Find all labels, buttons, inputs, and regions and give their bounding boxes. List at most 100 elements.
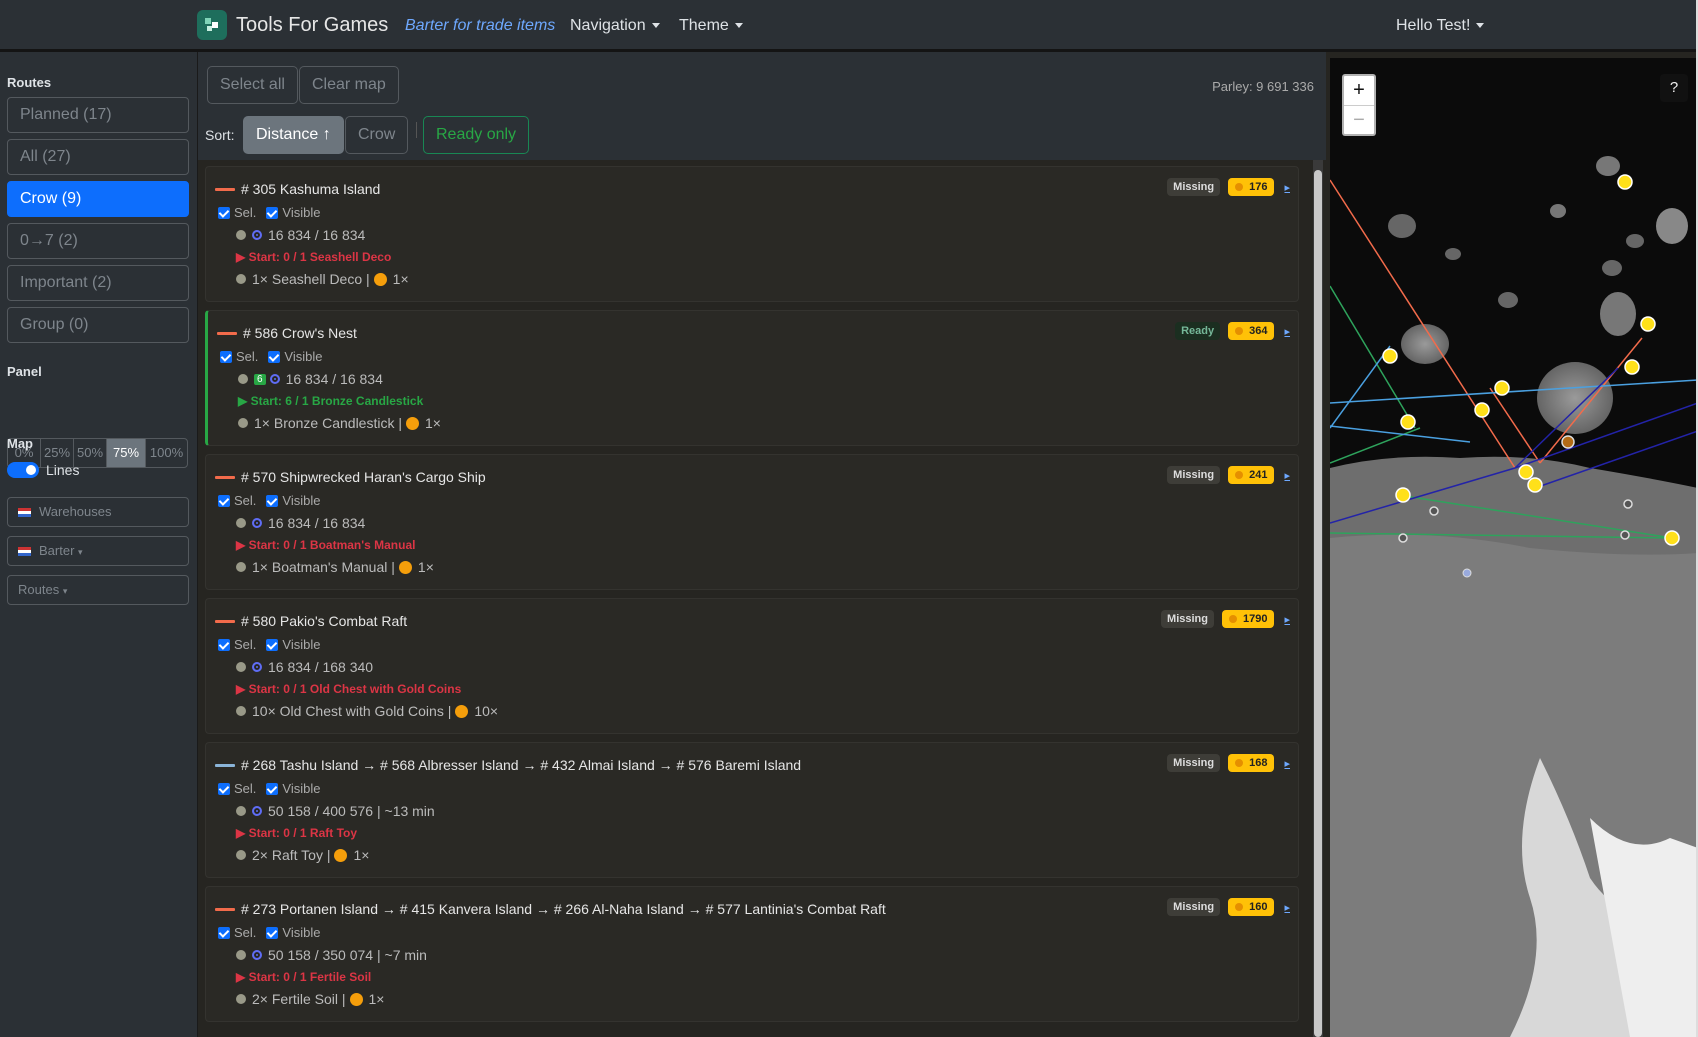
route-card[interactable]: # 570 Shipwrecked Haran's Cargo Ship Miss… [205, 454, 1299, 590]
theme-dropdown[interactable]: Theme [679, 17, 743, 35]
route-badges: Ready 364 ▸ [1175, 322, 1290, 340]
route-card[interactable]: # 580 Pakio's Combat Raft Missing 1790 ▸ Sel… [205, 598, 1299, 734]
item-icon [236, 274, 246, 284]
select-checkbox[interactable] [220, 350, 232, 363]
nav-subtitle-link[interactable]: Barter for trade items [405, 17, 555, 35]
brand-logo-icon [197, 10, 227, 40]
visible-checkbox[interactable] [266, 494, 279, 507]
item-icon [236, 706, 246, 716]
spiral-icon [252, 950, 262, 960]
visible-checkbox[interactable] [268, 350, 281, 363]
select-checkbox[interactable] [218, 926, 230, 939]
scrollbar-thumb[interactable] [1314, 170, 1322, 1037]
gold-badge: 364 [1228, 322, 1275, 340]
route-filter-button[interactable]: Planned (17) [7, 97, 189, 133]
route-distance: 6 16 834 / 16 834 [238, 371, 383, 387]
panel-size-option[interactable]: 75% [107, 439, 146, 467]
select-checkbox[interactable] [218, 494, 230, 507]
panel-size-option[interactable]: 100% [146, 439, 187, 467]
visible-checkbox[interactable] [266, 638, 279, 651]
route-filter-button[interactable]: 0→7 (2) [7, 223, 189, 259]
navigation-dropdown[interactable]: Navigation [570, 17, 660, 35]
select-checkbox[interactable] [218, 206, 230, 219]
item-icon [236, 562, 246, 572]
distance-value: 50 158 / 350 074 | ~7 min [268, 947, 427, 963]
spiral-icon [252, 230, 262, 240]
start-text: Start: 0 / 1 Fertile Soil [248, 970, 372, 984]
route-card[interactable]: # 273 Portanen Island → # 415 Kanvera Is… [205, 886, 1299, 1022]
route-color-swatch [215, 188, 235, 191]
route-filter-button[interactable]: Important (2) [7, 265, 189, 301]
route-toolbar: Select all Clear map Parley: 9 691 336 [198, 52, 1326, 110]
sel-label: Sel. [234, 781, 257, 796]
coin-icon [1235, 471, 1244, 479]
select-checkbox[interactable] [218, 638, 230, 651]
gold-badge: 1790 [1221, 610, 1275, 628]
zoom-in-button[interactable]: + [1344, 76, 1374, 105]
reward-text: 1× [368, 991, 385, 1007]
sort-distance-button[interactable]: Distance ↑ [243, 116, 344, 154]
route-title: # 586 Crow's Nest [243, 325, 357, 341]
route-filter-button[interactable]: Group (0) [7, 307, 189, 343]
brand-link[interactable]: Tools For Games [197, 10, 388, 40]
play-icon: ▶ [238, 394, 251, 408]
route-distance: 16 834 / 168 340 [236, 659, 373, 675]
route-card[interactable]: # 586 Crow's Nest Ready 364 ▸ Sel. Visible 6 16… [205, 310, 1299, 446]
spiral-icon [252, 806, 262, 816]
visible-checkbox[interactable] [266, 782, 279, 795]
route-color-swatch [215, 908, 235, 911]
coin-icon [1235, 903, 1244, 911]
route-go-link[interactable]: ▸ [1284, 901, 1290, 914]
start-text: Start: 0 / 1 Boatman's Manual [248, 538, 416, 552]
lines-toggle[interactable] [7, 462, 39, 478]
route-filter-button[interactable]: Crow (9) [7, 181, 189, 217]
route-filter-button[interactable]: All (27) [7, 139, 189, 175]
route-card[interactable]: # 268 Tashu Island → # 568 Albresser Isl… [205, 742, 1299, 878]
ready-only-button[interactable]: Ready only [423, 116, 530, 154]
route-color-swatch [215, 764, 235, 767]
chevron-down-icon [651, 23, 660, 29]
route-go-link[interactable]: ▸ [1284, 469, 1290, 482]
coin-icon [349, 992, 363, 1006]
reward-text: 1× [353, 847, 370, 863]
item-icon [238, 374, 248, 384]
sel-label: Sel. [234, 205, 257, 220]
select-checkbox[interactable] [218, 782, 230, 795]
distance-value: 16 834 / 16 834 [268, 227, 366, 243]
route-list-scrollbar[interactable] [1313, 160, 1323, 1037]
start-text: Start: 0 / 1 Seashell Deco [248, 250, 392, 264]
select-all-button[interactable]: Select all [207, 66, 298, 104]
visible-checkbox[interactable] [266, 926, 279, 939]
visible-label: Visible [282, 205, 321, 220]
route-item-line: 2× Fertile Soil | 1× [236, 991, 384, 1007]
visible-checkbox[interactable] [266, 206, 279, 219]
route-go-link[interactable]: ▸ [1284, 325, 1290, 338]
status-badge: Missing [1167, 178, 1221, 196]
route-go-link[interactable]: ▸ [1284, 613, 1290, 626]
item-icon [236, 662, 246, 672]
start-line: ▶ Start: 0 / 1 Boatman's Manual [236, 538, 415, 552]
clear-map-button[interactable]: Clear map [299, 66, 399, 104]
warehouse-flag-icon [18, 508, 31, 518]
reward-text: 1× [392, 271, 409, 287]
coin-icon [1235, 183, 1244, 191]
warehouses-select[interactable]: Warehouses [7, 497, 189, 527]
map-view[interactable]: + − ? [1330, 58, 1698, 1037]
item-text: 10× Old Chest with Gold Coins | [252, 703, 452, 719]
sel-label: Sel. [236, 349, 259, 364]
route-go-link[interactable]: ▸ [1284, 181, 1290, 194]
route-card[interactable]: # 305 Kashuma Island Missing 176 ▸ Sel. Visib… [205, 166, 1299, 302]
route-title: # 305 Kashuma Island [241, 181, 381, 197]
gold-badge: 160 [1228, 898, 1275, 916]
barter-select[interactable]: Barter ▾ [7, 536, 189, 566]
status-badge: Ready [1175, 322, 1221, 340]
routes-select[interactable]: Routes ▾ [7, 575, 189, 605]
sort-crow-button[interactable]: Crow [345, 116, 409, 154]
route-item-line: 10× Old Chest with Gold Coins | 10× [236, 703, 498, 719]
zoom-out-button[interactable]: − [1344, 105, 1374, 135]
map-canvas [1330, 156, 1698, 1037]
route-go-link[interactable]: ▸ [1284, 757, 1290, 770]
help-icon[interactable]: ? [1660, 74, 1688, 102]
gold-value: 1790 [1242, 613, 1268, 625]
user-dropdown[interactable]: Hello Test! [1396, 17, 1485, 35]
